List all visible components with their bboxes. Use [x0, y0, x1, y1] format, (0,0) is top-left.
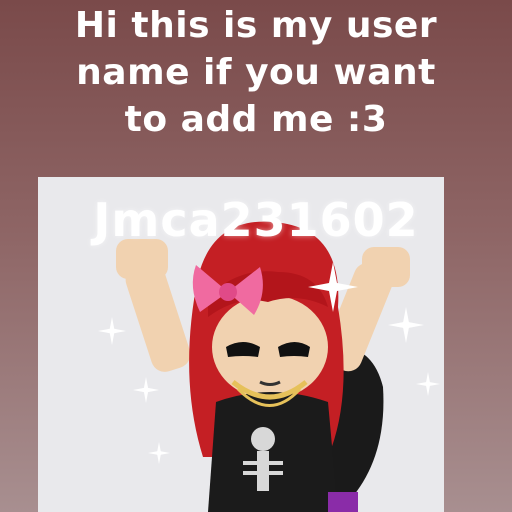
sparkle-icon — [308, 262, 358, 312]
caption-line-3: to add me :3 — [124, 99, 388, 140]
caption-line-2: name if you want — [76, 52, 436, 93]
caption-text: Hi this is my user name if you want to a… — [0, 2, 512, 143]
sparkle-icon — [416, 372, 440, 396]
sparkle-icon — [98, 317, 126, 345]
caption-line-1: Hi this is my user — [74, 5, 438, 46]
sparkle-icon — [148, 442, 170, 464]
bow-icon — [192, 265, 263, 315]
sparkle-icon — [133, 377, 159, 403]
username-text: Jmca231602 — [93, 193, 419, 247]
sparkle-icon — [388, 307, 424, 343]
